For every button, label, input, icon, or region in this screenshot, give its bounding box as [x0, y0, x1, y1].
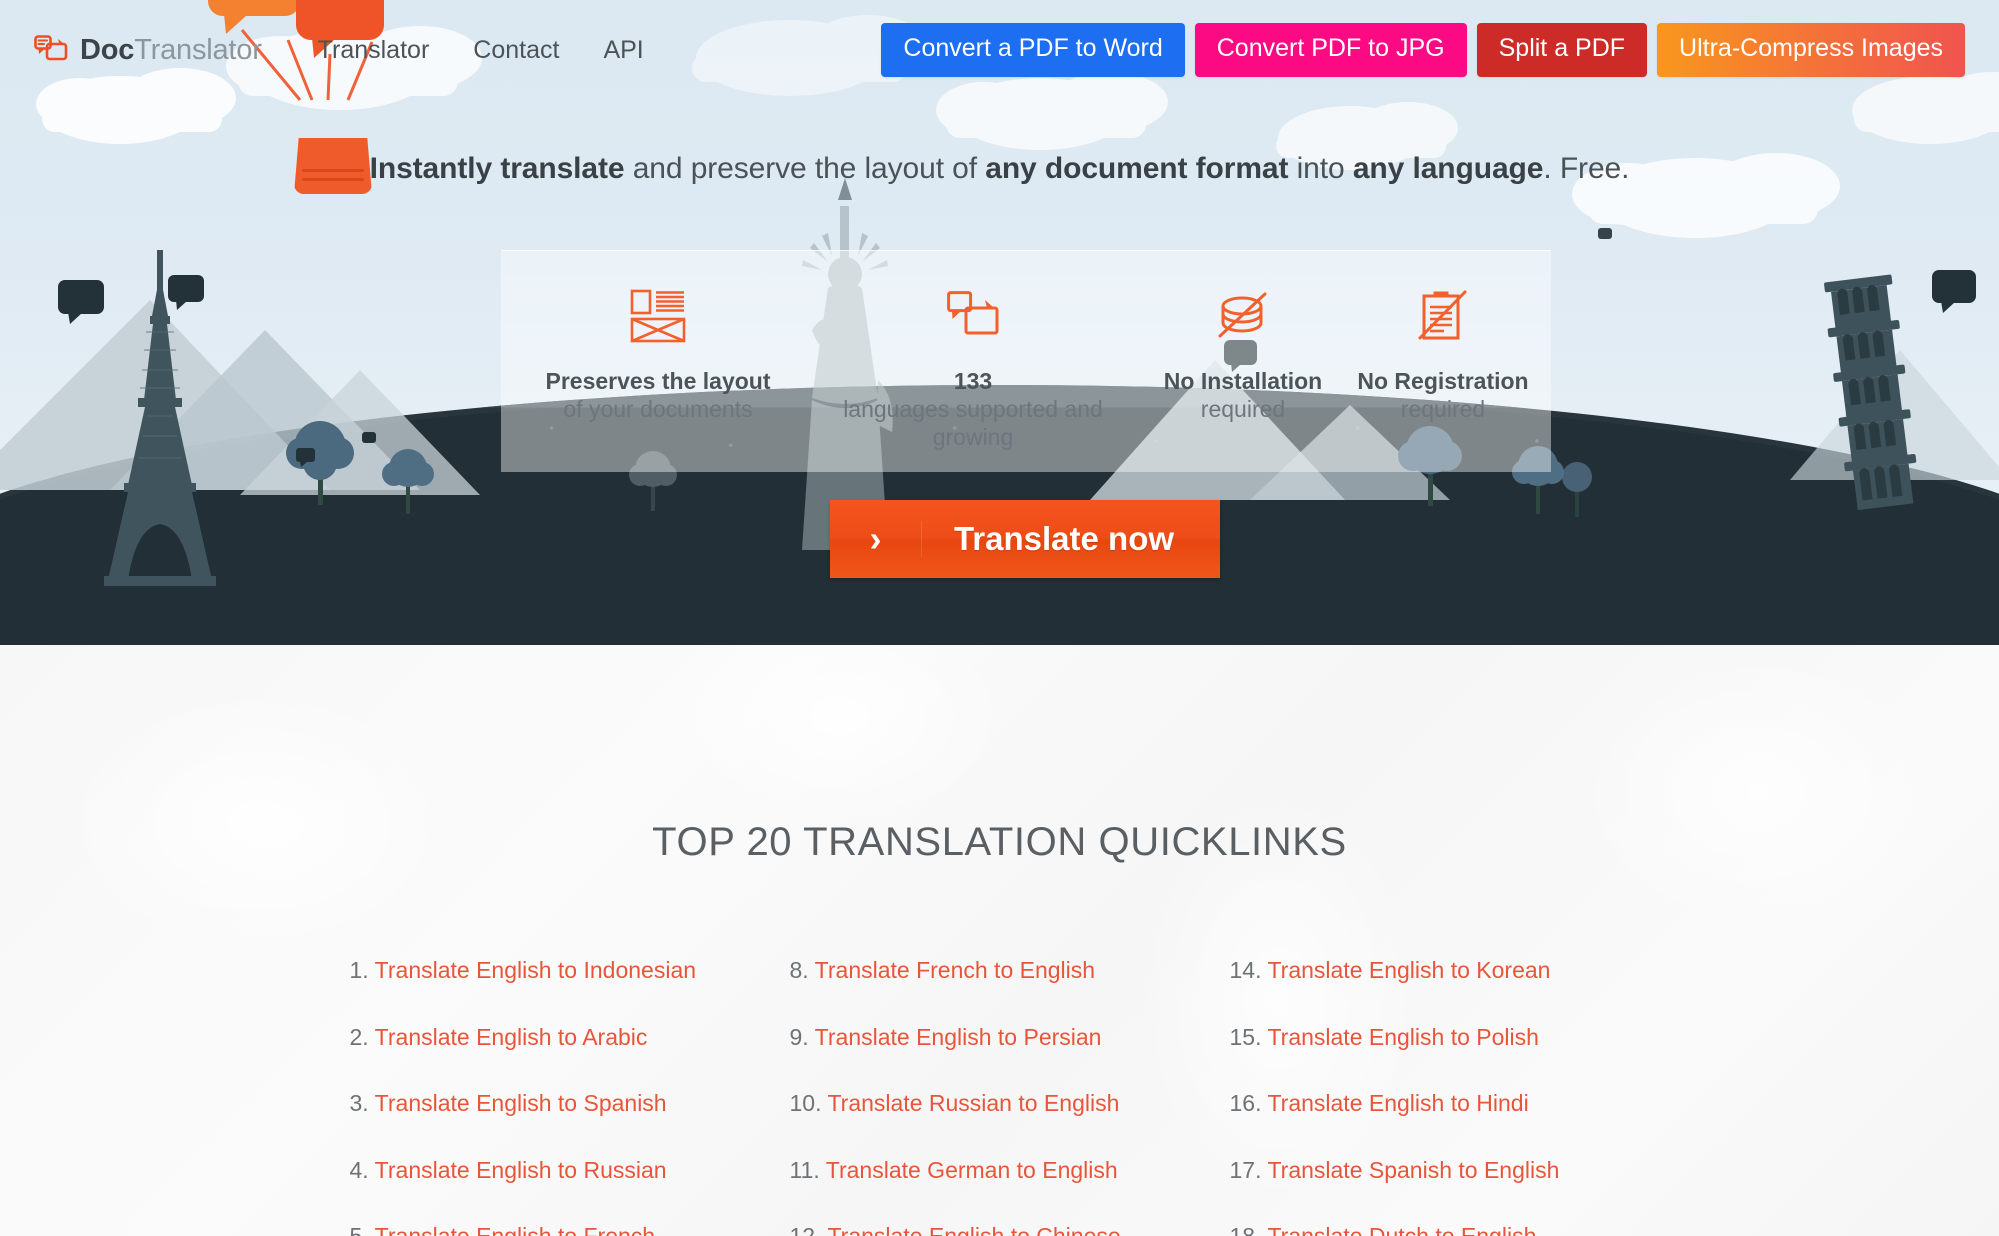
list-item: 16. Translate English to Hindi [1230, 1084, 1650, 1124]
list-item: 18. Translate Dutch to English [1230, 1217, 1650, 1236]
chevron-right-icon: › [830, 521, 922, 557]
quicklinks-column-2: 8. Translate French to English 9. Transl… [790, 951, 1230, 1236]
list-item: 5. Translate English to French [350, 1217, 790, 1236]
quicklinks-section: TOP 20 TRANSLATION QUICKLINKS 1. Transla… [0, 645, 1999, 1236]
quicklink[interactable]: Translate Spanish to English [1267, 1157, 1559, 1183]
tagline-part-4: into [1288, 152, 1353, 185]
list-item: 1. Translate English to Indonesian [350, 951, 790, 991]
quicklink[interactable]: Translate Dutch to English [1267, 1223, 1536, 1236]
brand-name-light: Translator [134, 33, 262, 66]
list-item: 4. Translate English to Russian [350, 1151, 790, 1191]
quicklink[interactable]: Translate English to Hindi [1267, 1090, 1528, 1116]
feature-title: 133 [953, 368, 993, 394]
feature-subtitle: required [1400, 396, 1486, 423]
quicklink[interactable]: Translate English to Polish [1267, 1024, 1538, 1050]
item-number: 3. [349, 1090, 369, 1117]
feature-no-registration: No Registration required [1343, 251, 1543, 423]
ultra-compress-images-button[interactable]: Ultra-Compress Images [1657, 23, 1965, 77]
nav-link-contact[interactable]: Contact [451, 36, 581, 65]
brand-name-bold: Doc [80, 33, 135, 66]
document-layout-icon [513, 287, 803, 345]
brand-logo[interactable]: DocTranslator [34, 34, 262, 67]
quicklinks-column-1: 1. Translate English to Indonesian 2. Tr… [350, 951, 790, 1236]
quicklinks-title: TOP 20 TRANSLATION QUICKLINKS [652, 820, 1347, 864]
translate-now-button[interactable]: › Translate now [830, 500, 1220, 578]
item-number: 4. [349, 1156, 369, 1183]
item-number: 8. [789, 957, 809, 983]
list-item: 12. Translate English to Chinese (Simpli… [790, 1217, 1230, 1236]
nav-link-translator[interactable]: Translator [296, 36, 452, 65]
list-item: 14. Translate English to Korean [1230, 951, 1650, 991]
feature-no-installation: No Installation required [1143, 251, 1343, 423]
tagline-part-5: any language [1352, 152, 1544, 185]
feature-languages-supported: 133 languages supported and growing [803, 251, 1143, 451]
hero-tagline: Instantly translate and preserve the lay… [0, 152, 1999, 186]
quicklink[interactable]: Translate English to Korean [1267, 957, 1550, 983]
convert-pdf-to-jpg-button[interactable]: Convert PDF to JPG [1194, 23, 1467, 77]
feature-title: No Installation [1163, 368, 1323, 394]
top-navigation-bar: DocTranslator Translator Contact API Con… [0, 0, 1999, 100]
item-number: 9. [789, 1023, 809, 1050]
quicklink[interactable]: Translate Russian to English [827, 1090, 1119, 1116]
list-item: 8. Translate French to English [790, 951, 1230, 991]
list-item: 17. Translate Spanish to English [1230, 1151, 1650, 1191]
tagline-part-3: any document format [985, 152, 1289, 185]
hero-section: DocTranslator Translator Contact API Con… [0, 0, 1999, 645]
list-item: 3. Translate English to Spanish [350, 1084, 790, 1124]
brand-name: DocTranslator [80, 34, 262, 67]
feature-preserves-layout: Preserves the layout of your documents [513, 251, 803, 423]
tagline-part-2: and preserve the layout of [624, 152, 986, 185]
feature-title: Preserves the layout [545, 368, 771, 394]
list-item: 15. Translate English to Polish [1230, 1018, 1650, 1058]
quicklink[interactable]: Translate English to Arabic [375, 1024, 648, 1050]
tagline-part-1: Instantly translate [369, 152, 625, 185]
item-number: 11. [789, 1156, 820, 1183]
translate-now-label: Translate now [953, 520, 1175, 557]
feature-highlights-panel: Preserves the layout of your documents 1… [501, 250, 1551, 472]
quicklink[interactable]: Translate English to Russian [375, 1157, 667, 1183]
quicklink[interactable]: Translate English to Chinese (Simplified… [790, 1223, 1120, 1236]
quicklink[interactable]: Translate English to Spanish [375, 1090, 667, 1116]
item-number: 17. [1229, 1156, 1262, 1183]
list-item: 9. Translate English to Persian [790, 1018, 1230, 1058]
list-item: 11. Translate German to English [790, 1151, 1230, 1191]
no-install-disk-icon [1143, 287, 1343, 345]
quicklinks-column-3: 14. Translate English to Korean 15. Tran… [1230, 951, 1650, 1236]
translate-bubbles-icon [803, 287, 1143, 345]
list-item: 10. Translate Russian to English [790, 1084, 1230, 1124]
speech-bubbles-icon [34, 35, 68, 61]
item-number: 10. [789, 1090, 822, 1117]
quicklink[interactable]: Translate German to English [826, 1157, 1118, 1183]
item-number: 1. [349, 957, 369, 983]
item-number: 16. [1229, 1090, 1262, 1117]
quicklink[interactable]: Translate English to Indonesian [375, 957, 696, 983]
quicklinks-grid: 1. Translate English to Indonesian 2. Tr… [350, 951, 1650, 1236]
convert-pdf-to-word-button[interactable]: Convert a PDF to Word [881, 23, 1185, 77]
feature-subtitle: required [1200, 396, 1286, 423]
nav-link-api[interactable]: API [581, 36, 665, 65]
item-number: 5. [350, 1223, 369, 1236]
feature-subtitle: languages supported and growing [843, 396, 1103, 451]
item-number: 15. [1229, 1023, 1262, 1050]
item-number: 12. [790, 1223, 822, 1236]
tagline-part-6: . Free. [1543, 152, 1630, 185]
item-number: 14. [1229, 957, 1262, 983]
item-number: 18. [1230, 1223, 1262, 1236]
item-number: 2. [349, 1023, 369, 1050]
feature-title: No Registration [1357, 368, 1529, 394]
split-a-pdf-button[interactable]: Split a PDF [1476, 23, 1648, 77]
list-item: 2. Translate English to Arabic [350, 1018, 790, 1058]
quicklink[interactable]: Translate French to English [815, 957, 1095, 983]
feature-subtitle: of your documents [563, 396, 753, 423]
quicklink[interactable]: Translate English to Persian [815, 1024, 1102, 1050]
quicklink[interactable]: Translate English to French [375, 1223, 655, 1236]
no-registration-form-icon [1343, 287, 1543, 345]
